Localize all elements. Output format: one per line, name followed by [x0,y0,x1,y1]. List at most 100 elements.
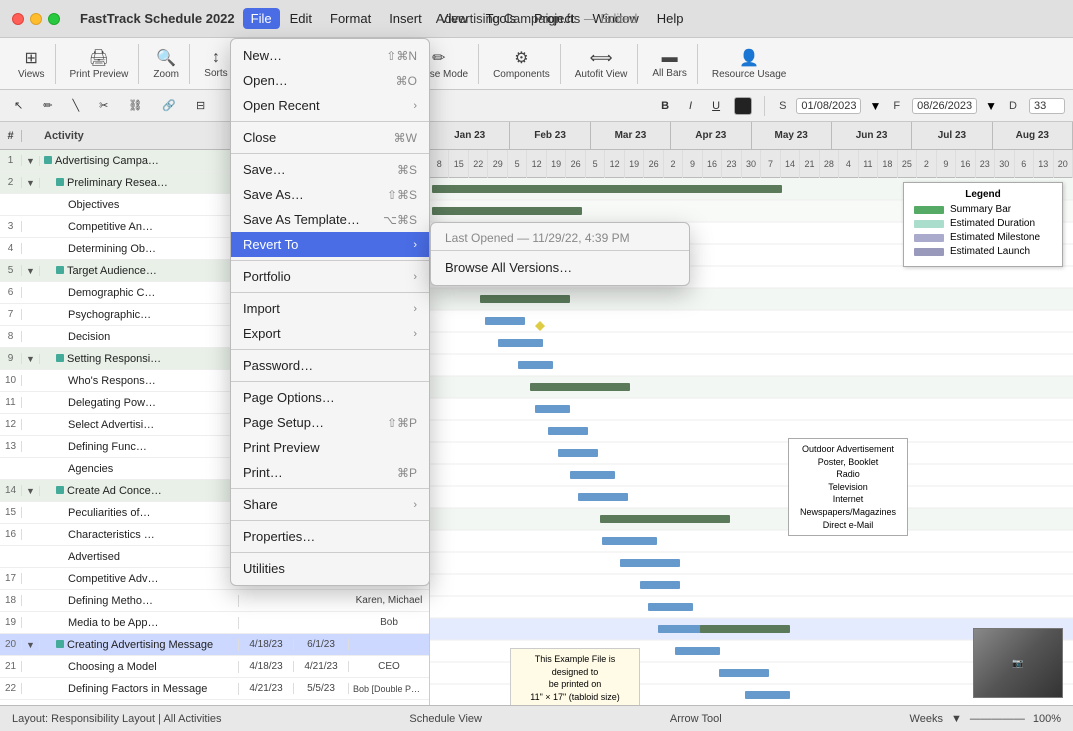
browse-all-versions[interactable]: Browse All Versions… [431,254,689,281]
link-tool[interactable]: ⛓ [122,97,148,114]
row-finish: 5/5/23 [294,683,349,694]
menu-divider [231,381,429,382]
menu-entry-new[interactable]: New… ⇧⌘N [231,43,429,68]
zoom-button[interactable]: 🔍 Zoom [147,44,185,84]
legend-box: Legend Summary Bar Estimated Duration Es… [903,182,1063,267]
resource-usage-group: 👤 Resource Usage [702,44,796,84]
menu-help[interactable]: Help [649,8,692,29]
print-preview-group: 🖨 Print Preview [60,44,140,84]
print-preview-button[interactable]: 🖨 Print Preview [64,44,135,84]
gantt-week: 26 [644,150,663,178]
table-row[interactable]: Development [0,700,429,705]
menu-entry-page-setup[interactable]: Page Setup… ⇧⌘P [231,410,429,435]
legend-item: Summary Bar [914,204,1052,215]
menu-edit[interactable]: Edit [282,8,320,29]
views-button[interactable]: ⊞ Views [12,44,51,84]
maximize-button[interactable] [48,13,60,25]
autofit-button[interactable]: ⟺ Autofit View [569,44,634,84]
italic-button[interactable]: I [683,98,698,114]
pointer-tool[interactable]: ↖ [8,97,29,114]
outdoor-note-line: Direct e-Mail [795,519,901,532]
menu-divider [231,488,429,489]
all-bars-button[interactable]: ▬ All Bars [646,45,692,83]
gantt-week: 5 [586,150,605,178]
unlink-tool[interactable]: 🔗 [156,97,182,114]
zoom-slider[interactable]: ————— [970,713,1025,725]
calendar2-icon[interactable]: ▼ [985,99,997,113]
row-expand[interactable]: ▼ [22,266,40,276]
row-activity: Setting Responsi… [40,353,239,365]
row-id: 20 [0,639,22,650]
menu-file[interactable]: File [243,8,280,29]
row-expand[interactable]: ▼ [22,178,40,188]
sorts-button[interactable]: ↕ Sorts [198,45,234,83]
components-button[interactable]: ⚙ Components [487,44,556,84]
row-id: 19 [0,617,22,628]
close-button[interactable] [12,13,24,25]
menu-entry-save-as-template[interactable]: Save As Template… ⌥⌘S [231,207,429,232]
menu-entry-save[interactable]: Save… ⌘S [231,157,429,182]
outdoor-note-line: Television [795,481,901,494]
row-finish: 6/1/23 [294,639,349,650]
table-row[interactable]: 19 Media to be App… Bob [0,612,429,634]
outdoor-note: Outdoor Advertisement Poster, Booklet Ra… [788,438,908,536]
menu-entry-export[interactable]: Export › [231,321,429,346]
menu-entry-share[interactable]: Share › [231,492,429,517]
menu-entry-import[interactable]: Import › [231,296,429,321]
table-row[interactable]: 21 Choosing a Model 4/18/23 4/21/23 CEO [0,656,429,678]
revert-submenu[interactable]: Last Opened — 11/29/22, 4:39 PM Browse A… [430,222,690,286]
menu-entry-print[interactable]: Print… ⌘P [231,460,429,485]
cut-tool[interactable]: ✂ [93,97,114,114]
row-expand[interactable]: ▼ [22,156,40,166]
menu-insert[interactable]: Insert [381,8,430,29]
gantt-month-feb: Feb 23 [510,122,590,149]
table-row[interactable]: 22 Defining Factors in Message 4/21/23 5… [0,678,429,700]
line-tool[interactable]: ╲ [66,97,85,114]
timescale-label: Weeks [910,713,943,725]
split-tool[interactable]: ⊟ [190,97,211,114]
menu-entry-properties[interactable]: Properties… [231,524,429,549]
title-bar: FastTrack Schedule 2022 File Edit Format… [0,0,1073,38]
calendar-icon[interactable]: ▼ [869,99,881,113]
menu-format[interactable]: Format [322,8,379,29]
table-row[interactable]: 20 ▼ Creating Advertising Message 4/18/2… [0,634,429,656]
layout-info: Layout: Responsibility Layout | All Acti… [12,713,222,725]
file-menu[interactable]: New… ⇧⌘N Open… ⌘O Open Recent › Close ⌘W… [230,38,430,586]
gantt-week: 21 [800,150,819,178]
start-date-input[interactable]: 01/08/2023 [796,98,861,114]
menu-entry-close[interactable]: Close ⌘W [231,125,429,150]
menu-entry-save-as[interactable]: Save As… ⇧⌘S [231,182,429,207]
timescale-dropdown[interactable]: ▼ [951,713,962,725]
row-expand[interactable]: ▼ [22,640,40,650]
menu-divider [231,260,429,261]
menu-entry-page-options[interactable]: Page Options… [231,385,429,410]
resource-usage-button[interactable]: 👤 Resource Usage [706,44,792,84]
underline-button[interactable]: U [706,98,726,114]
file-menu-section: New… ⇧⌘N Open… ⌘O Open Recent › [231,43,429,118]
row-expand[interactable]: ▼ [22,354,40,364]
page-options-label: Page Options… [243,390,335,405]
menu-entry-print-preview[interactable]: Print Preview [231,435,429,460]
row-resp: Bob [349,617,429,628]
export-label: Export [243,326,281,341]
row-start: 4/21/23 [239,683,294,694]
color-swatch[interactable] [734,97,752,115]
menu-entry-password[interactable]: Password… [231,353,429,378]
legend-item: Estimated Duration [914,218,1052,229]
menu-entry-open[interactable]: Open… ⌘O [231,68,429,93]
menu-entry-open-recent[interactable]: Open Recent › [231,93,429,118]
table-row[interactable]: 18 Defining Metho… Karen, Michael [0,590,429,612]
row-id: 1 [0,155,22,166]
gantt-week: 30 [742,150,761,178]
gantt-week: 14 [781,150,800,178]
bold-button[interactable]: B [655,98,675,114]
minimize-button[interactable] [30,13,42,25]
row-expand[interactable]: ▼ [22,486,40,496]
duration-input[interactable]: 33 [1029,98,1065,114]
menu-entry-revert-to[interactable]: Revert To › [231,232,429,257]
legend-bar-estimated-duration [914,220,944,228]
menu-entry-utilities[interactable]: Utilities [231,556,429,581]
pencil-tool[interactable]: ✏ [37,97,58,114]
menu-entry-portfolio[interactable]: Portfolio › [231,264,429,289]
finish-date-input[interactable]: 08/26/2023 [912,98,977,114]
